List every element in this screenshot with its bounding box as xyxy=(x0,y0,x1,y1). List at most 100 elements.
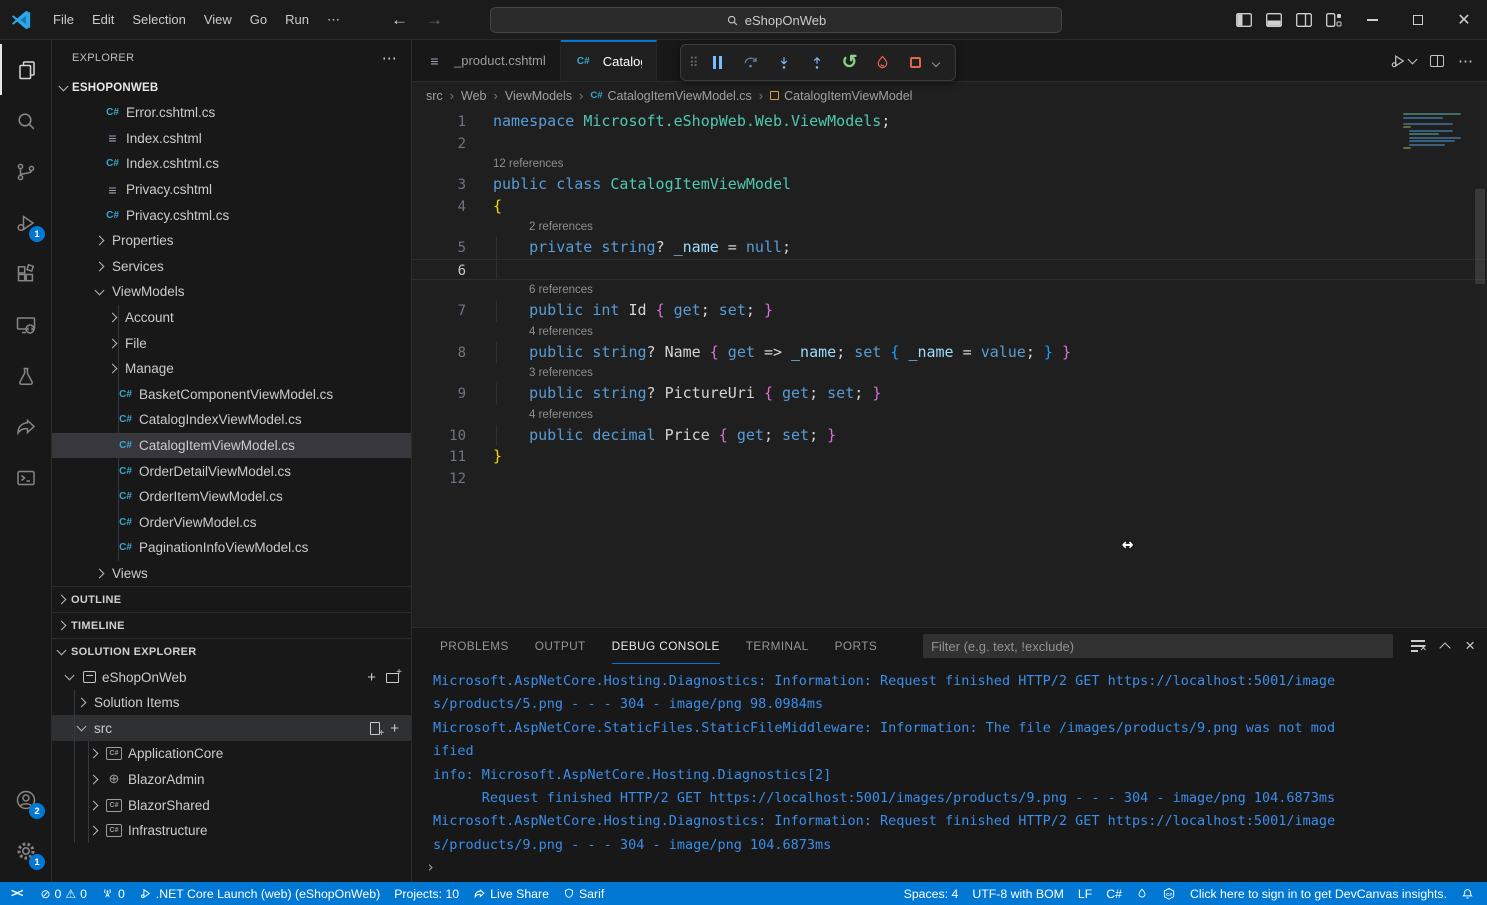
language-mode-status[interactable]: C# xyxy=(1099,882,1129,905)
live-share-icon[interactable] xyxy=(0,401,52,452)
editor-scrollbar[interactable] xyxy=(1475,189,1485,284)
pause-button[interactable] xyxy=(705,50,731,76)
panel-tab-output[interactable]: OUTPUT xyxy=(535,628,586,664)
run-and-debug-icon[interactable]: 1 xyxy=(0,197,52,248)
remote-explorer-icon[interactable] xyxy=(0,299,52,350)
restart-button[interactable]: ↺ xyxy=(837,50,863,76)
step-out-button[interactable] xyxy=(804,50,830,76)
codelens-references[interactable]: 3 references xyxy=(412,363,1487,383)
nav-forward-icon[interactable]: → xyxy=(426,10,443,30)
code-line-12[interactable]: 12 xyxy=(412,468,1487,490)
panel-tab-terminal[interactable]: TERMINAL xyxy=(746,628,809,664)
new-file-icon[interactable] xyxy=(370,722,380,735)
accounts-icon[interactable]: 2 xyxy=(0,774,52,825)
toggle-sidebar-icon[interactable] xyxy=(1229,0,1259,40)
tree-item-privacy-cshtml[interactable]: ≡Privacy.cshtml xyxy=(52,177,411,203)
solution-item-applicationcore[interactable]: C#ApplicationCore xyxy=(52,741,411,767)
code-line-5[interactable]: 5 private string? _name = null; xyxy=(412,237,1487,259)
code-line-10[interactable]: 10 public decimal Price { get; set; } xyxy=(412,425,1487,447)
workspace-root[interactable]: ESHOPONWEB xyxy=(52,76,411,100)
tree-item-orderviewmodel-cs[interactable]: C#OrderViewModel.cs xyxy=(52,510,411,536)
codelens-references[interactable]: 2 references xyxy=(412,217,1487,237)
panel-tab-ports[interactable]: PORTS xyxy=(835,628,877,664)
stop-button[interactable] xyxy=(903,50,929,76)
code-line-9[interactable]: 9 public string? PictureUri { get; set; … xyxy=(412,383,1487,405)
run-or-debug-button[interactable] xyxy=(1389,52,1416,70)
feedback-status[interactable]: 0 xyxy=(94,882,132,905)
code-line-11[interactable]: 11} xyxy=(412,446,1487,468)
settings-gear-icon[interactable]: 1 xyxy=(0,825,52,876)
toggle-secondary-sidebar-icon[interactable] xyxy=(1289,0,1319,40)
nav-back-icon[interactable]: ← xyxy=(391,10,408,30)
tree-item-privacy-cshtml-cs[interactable]: C#Privacy.cshtml.cs xyxy=(52,202,411,228)
codelens-references[interactable]: 4 references xyxy=(412,405,1487,425)
toggle-panel-icon[interactable] xyxy=(1259,0,1289,40)
console-prompt[interactable]: › xyxy=(426,858,1487,876)
solution-item-src[interactable]: src+ xyxy=(52,715,411,741)
encoding-status[interactable]: UTF-8 with BOM xyxy=(965,882,1071,905)
new-folder-icon[interactable] xyxy=(386,673,399,683)
panel-tab-debug-console[interactable]: DEBUG CONSOLE xyxy=(612,628,720,664)
code-line-7[interactable]: 7 public int Id { get; set; } xyxy=(412,300,1487,322)
customize-layout-icon[interactable] xyxy=(1319,0,1349,40)
close-button[interactable]: ✕ xyxy=(1441,0,1487,40)
clear-console-icon[interactable]: ✕ xyxy=(1411,640,1425,652)
codelens-references[interactable]: 6 references xyxy=(412,280,1487,300)
menu-run[interactable]: Run xyxy=(276,8,318,31)
panel-tab-problems[interactable]: PROBLEMS xyxy=(440,628,509,664)
tree-item-catalogindexviewmodel-cs[interactable]: C#CatalogIndexViewModel.cs xyxy=(52,407,411,433)
tree-item-orderdetailviewmodel-cs[interactable]: C#OrderDetailViewModel.cs xyxy=(52,458,411,484)
tree-item-basketcomponentviewmodel-cs[interactable]: C#BasketComponentViewModel.cs xyxy=(52,382,411,408)
solution-item-infrastructure[interactable]: C#Infrastructure xyxy=(52,818,411,844)
solution-item-blazoradmin[interactable]: ⊕BlazorAdmin xyxy=(52,767,411,793)
code-line-2[interactable]: 2 xyxy=(412,133,1487,155)
explorer-more-actions-icon[interactable]: ⋯ xyxy=(382,49,397,67)
solution-item-eshoponweb[interactable]: eShopOnWeb+ xyxy=(52,664,411,690)
solution-item-solution-items[interactable]: Solution Items xyxy=(52,690,411,716)
tree-item-index-cshtml[interactable]: ≡Index.cshtml xyxy=(52,126,411,152)
tree-item-manage[interactable]: Manage xyxy=(52,356,411,382)
solution-explorer-section[interactable]: SOLUTION EXPLORER xyxy=(52,638,411,664)
breadcrumb-src[interactable]: src xyxy=(426,89,443,103)
breadcrumb-catalogitemviewmodel[interactable]: CatalogItemViewModel xyxy=(770,89,912,103)
split-editor-icon[interactable] xyxy=(1430,55,1444,67)
solution-item-blazorshared[interactable]: C#BlazorShared xyxy=(52,792,411,818)
editor-more-actions-icon[interactable]: ⋯ xyxy=(1458,52,1473,70)
add-icon[interactable]: + xyxy=(390,721,399,736)
tree-item-account[interactable]: Account xyxy=(52,305,411,331)
projects-status[interactable]: Projects: 10 xyxy=(387,882,466,905)
tree-item-paginationinfoviewmodel-cs[interactable]: C#PaginationInfoViewModel.cs xyxy=(52,535,411,561)
hot-reload-button[interactable] xyxy=(870,50,896,76)
hot-reload-status[interactable] xyxy=(1129,882,1155,905)
tree-item-views[interactable]: Views xyxy=(52,561,411,587)
code-line-4[interactable]: 4{ xyxy=(412,196,1487,218)
toolbar-grip-icon[interactable]: ⠿ xyxy=(689,55,698,71)
command-center-search[interactable]: eShopOnWeb xyxy=(490,7,1062,33)
code-line-1[interactable]: 1namespace Microsoft.eShopWeb.Web.ViewMo… xyxy=(412,111,1487,133)
timeline-section[interactable]: TIMELINE xyxy=(52,612,411,638)
console-filter-input[interactable] xyxy=(923,634,1393,658)
tree-item-services[interactable]: Services xyxy=(52,254,411,280)
maximize-button[interactable] xyxy=(1395,0,1441,40)
breadcrumb-web[interactable]: Web xyxy=(461,89,486,103)
tree-item-properties[interactable]: Properties xyxy=(52,228,411,254)
eol-status[interactable]: LF xyxy=(1071,882,1099,905)
step-over-button[interactable] xyxy=(738,50,764,76)
tree-item-file[interactable]: File xyxy=(52,330,411,356)
add-icon[interactable]: + xyxy=(367,670,376,685)
minimize-button[interactable] xyxy=(1349,0,1395,40)
code-line-3[interactable]: 3public class CatalogItemViewModel xyxy=(412,174,1487,196)
remote-indicator[interactable]: >< xyxy=(0,882,33,905)
live-share-status[interactable]: Live Share xyxy=(466,882,556,905)
chevron-down-icon[interactable] xyxy=(931,58,939,66)
step-into-button[interactable] xyxy=(771,50,797,76)
close-panel-icon[interactable]: × xyxy=(1465,636,1475,656)
code-line-6[interactable]: 6 xyxy=(412,259,1487,281)
explorer-icon[interactable] xyxy=(0,44,52,95)
tab-product-cshtml[interactable]: ≡ _product.cshtml xyxy=(412,40,561,81)
tree-item-index-cshtml-cs[interactable]: C#Index.cshtml.cs xyxy=(52,151,411,177)
extensions-icon[interactable] xyxy=(0,248,52,299)
menu-file[interactable]: File xyxy=(44,8,83,31)
devcanvas-signin[interactable]: Click here to sign in to get DevCanvas i… xyxy=(1183,882,1454,905)
menu-go[interactable]: Go xyxy=(241,8,276,31)
